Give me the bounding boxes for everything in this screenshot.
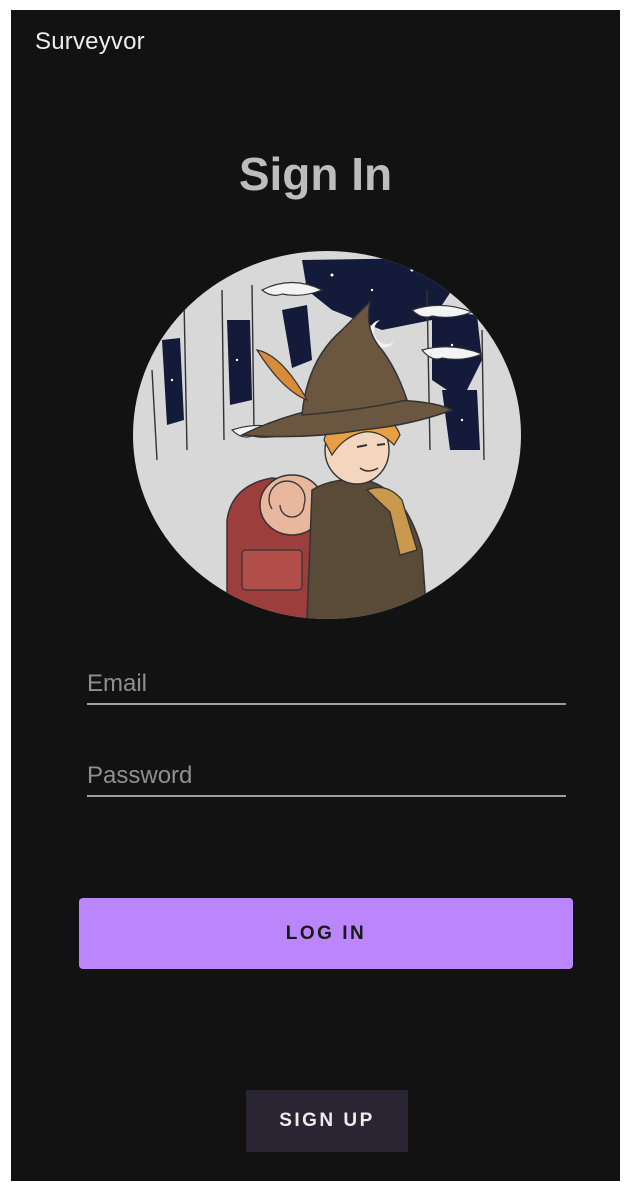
password-field[interactable] xyxy=(87,751,566,797)
email-input[interactable] xyxy=(87,659,566,703)
page-title: Sign In xyxy=(238,148,393,200)
avatar-image xyxy=(133,251,521,619)
login-button[interactable]: LOG IN xyxy=(79,898,573,969)
signup-button[interactable]: SIGN UP xyxy=(246,1090,408,1152)
password-input[interactable] xyxy=(87,751,566,795)
app-bar-title: Surveyvor xyxy=(35,28,145,55)
email-field[interactable] xyxy=(87,659,566,705)
app-screen: Surveyvor Sign In Email LOG IN SIGN UP xyxy=(11,10,620,1181)
